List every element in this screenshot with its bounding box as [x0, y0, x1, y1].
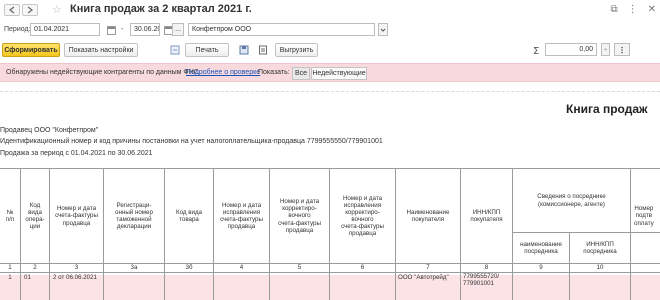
- col-number: 2: [33, 264, 37, 272]
- header-agent-group: Сведения о посреднике (комиссионере, аге…: [537, 193, 606, 208]
- col-number: 3: [74, 264, 79, 272]
- col-number: 5: [297, 264, 302, 272]
- row-buyer-inn[interactable]: 7799555720/ 779901001: [461, 273, 512, 293]
- row-op-code[interactable]: 01: [21, 273, 49, 283]
- header-agent-inn: ИНН/КПП посредника: [583, 240, 617, 255]
- col-number: 10: [596, 264, 604, 272]
- header-corr-invoice: Номер и дата корректиро- вочного счета-ф…: [278, 198, 321, 234]
- col-number: 6: [360, 264, 365, 272]
- row-num[interactable]: 1: [0, 273, 20, 283]
- header-invoice-fix: Номер и дата исправления счета-фактуры п…: [220, 201, 263, 231]
- header-payment-doc: Номер подтв оплату: [634, 205, 654, 227]
- header-num: № п/п: [5, 208, 15, 223]
- col-number: 3а: [130, 264, 138, 272]
- header-agent-name: наименование посредника: [520, 240, 562, 255]
- header-corr-fix: Номер и дата исправления корректиро- воч…: [341, 194, 384, 238]
- col-number: 8: [484, 264, 489, 272]
- header-invoice: Номер и дата счета-фактуры продавца: [55, 205, 98, 227]
- header-buyer: Наименование покупателя: [406, 208, 450, 223]
- col-number: 7: [426, 264, 430, 272]
- col-number: 9: [539, 264, 543, 272]
- header-op-code: Код вида опера- ции: [25, 201, 45, 231]
- header-buyer-inn: ИНН/КПП покупателя: [470, 208, 503, 223]
- header-customs: Регистраци- онный номер таможенной декла…: [115, 201, 153, 231]
- col-number: 4: [239, 264, 244, 272]
- row-buyer[interactable]: ООО "Автотрейд": [396, 273, 460, 283]
- header-goods-code: Код вида товара: [175, 208, 203, 223]
- col-number: 3б: [185, 264, 193, 272]
- row-invoice[interactable]: 2 от 06.06.2021: [50, 273, 103, 283]
- sales-book-table: № п/п Код вида опера- ции Номер и дата с…: [0, 0, 660, 300]
- col-number: 1: [8, 264, 12, 272]
